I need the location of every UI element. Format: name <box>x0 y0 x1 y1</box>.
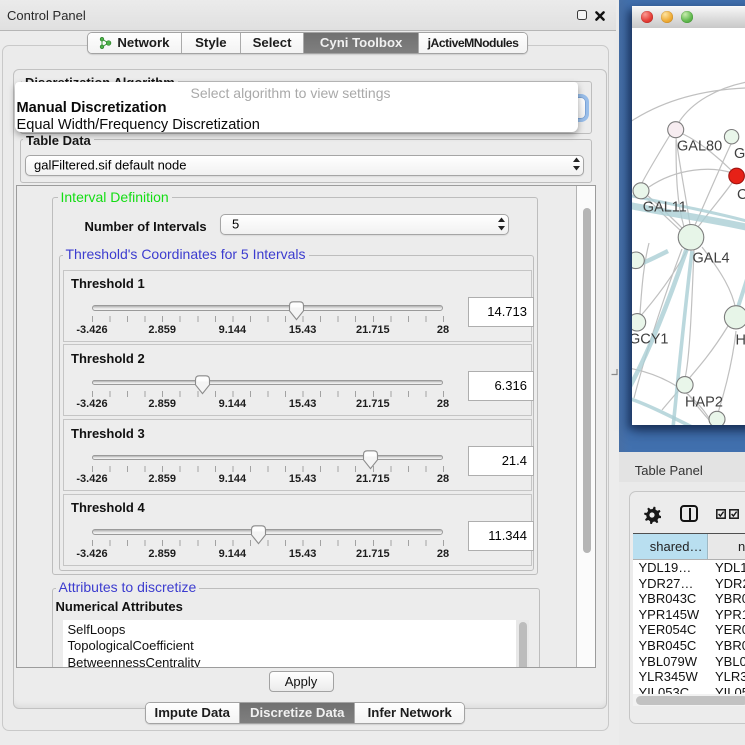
svg-text:C: C <box>737 187 745 203</box>
svg-text:GAL11: GAL11 <box>643 199 687 215</box>
svg-text:HAP2: HAP2 <box>685 394 723 410</box>
svg-text:GAL4: GAL4 <box>693 250 730 266</box>
svg-text:GAL80: GAL80 <box>677 138 722 154</box>
svg-text:GCY1: GCY1 <box>632 331 669 347</box>
svg-text:GA: GA <box>734 146 745 162</box>
svg-text:H: H <box>736 332 745 348</box>
